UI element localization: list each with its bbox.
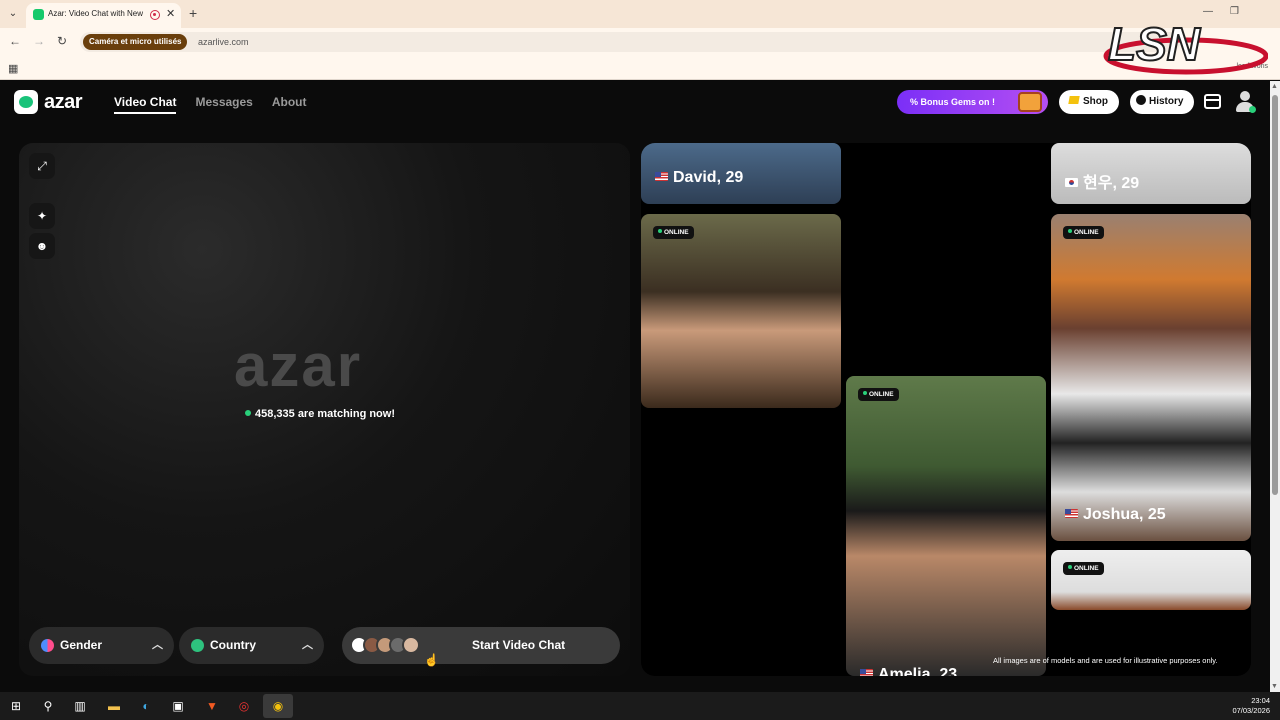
clock-date: 07/03/2026 — [1232, 706, 1270, 715]
url-text[interactable]: azarlive.com — [198, 37, 249, 47]
azar-logo[interactable]: azar — [14, 90, 83, 114]
profile-name: Amelia, 23 — [860, 666, 957, 676]
matching-text: 458,335 are matching now! — [255, 408, 395, 420]
edge-icon[interactable]: ◐ — [138, 698, 154, 714]
reload-icon[interactable]: ↻ — [57, 34, 67, 48]
video-chat-panel: ⤢ ✦ ☻ azar 458,335 are matching now! — [19, 143, 630, 676]
profile-card-asian-woman[interactable]: ONLINE — [641, 214, 841, 408]
gender-label: Gender — [60, 638, 103, 652]
us-flag-icon — [860, 669, 873, 676]
profile-card-redhead[interactable]: ONLINE — [1051, 550, 1251, 610]
chevron-up-icon: ︿ — [152, 639, 163, 651]
country-filter-button[interactable]: Country ︿ — [179, 627, 324, 664]
country-label: Country — [210, 638, 256, 652]
gem-icon — [1068, 96, 1080, 104]
models-disclaimer: All images are of models and are used fo… — [993, 656, 1218, 665]
nav-video-chat[interactable]: Video Chat — [114, 95, 177, 114]
new-tab-button[interactable]: + — [189, 5, 197, 21]
scroll-up-icon[interactable]: ▲ — [1271, 83, 1278, 90]
browser-tab[interactable]: Azar: Video Chat with New ✕ — [26, 3, 181, 28]
azar-watermark: azar — [234, 332, 363, 399]
lsn-logo-watermark: LSN — [1103, 17, 1268, 75]
tab-title: Azar: Video Chat with New — [48, 9, 143, 18]
task-view-icon[interactable]: ▥ — [72, 698, 88, 714]
us-flag-icon — [655, 172, 668, 181]
bookmarks-bar: ▦ les favoris — [0, 56, 1280, 80]
brave-icon[interactable]: ▼ — [204, 698, 220, 714]
system-clock[interactable]: 23:04 07/03/2026 — [1232, 696, 1270, 716]
online-badge: ONLINE — [1063, 226, 1104, 239]
start-video-chat-button[interactable]: ☝ Start Video Chat — [342, 627, 620, 667]
start-video-chat-label: Start Video Chat — [472, 638, 566, 652]
live-dot — [245, 410, 251, 416]
history-label: History — [1149, 96, 1184, 107]
search-icon[interactable]: ⚲ — [40, 698, 56, 714]
browser-tab-bar: ⌄ Azar: Video Chat with New ✕ + — ❐ — [0, 0, 1280, 28]
tab-close-icon[interactable]: ✕ — [166, 7, 175, 20]
shop-label: Shop — [1083, 96, 1108, 107]
azar-logo-icon — [14, 90, 38, 114]
record-app-icon[interactable]: ◎ — [236, 698, 252, 714]
back-icon[interactable]: ← — [9, 34, 21, 48]
gender-filter-button[interactable]: Gender ︿ — [29, 627, 174, 664]
gender-icon — [41, 639, 54, 652]
tab-search-icon[interactable]: ⌄ — [6, 7, 20, 21]
azar-page: azar Video Chat Messages About % Bonus G… — [0, 81, 1270, 692]
history-button[interactable]: History — [1130, 90, 1194, 114]
svg-text:LSN: LSN — [1108, 18, 1201, 70]
kr-flag-icon — [1065, 178, 1078, 187]
treasure-chest-icon — [1018, 92, 1042, 112]
magic-wand-icon[interactable]: ✦ — [29, 203, 55, 229]
nav-about[interactable]: About — [272, 95, 307, 114]
online-badge: ONLINE — [858, 388, 899, 401]
hand-cursor-icon: ☝ — [424, 653, 439, 667]
profile-card-hyunwoo[interactable]: 현우, 29 — [1051, 143, 1251, 204]
omnibox[interactable]: Caméra et micro utilisés azarlive.com — [80, 32, 1180, 52]
profile-card-joshua[interactable]: ONLINE Joshua, 25 — [1051, 214, 1251, 541]
bonus-gems-banner[interactable]: % Bonus Gems on ! — [897, 90, 1048, 114]
profile-name: Joshua, 25 — [1065, 506, 1166, 524]
camera-mic-indicator[interactable]: Caméra et micro utilisés — [83, 34, 188, 50]
profile-avatar[interactable] — [1235, 91, 1256, 113]
face-avatar — [402, 636, 420, 654]
inbox-icon[interactable] — [1204, 94, 1221, 109]
profile-name: David, 29 — [655, 169, 743, 187]
file-explorer-icon[interactable]: ▬ — [106, 698, 122, 714]
matching-count: 458,335 are matching now! — [245, 408, 395, 420]
apps-grid-icon[interactable]: ▦ — [8, 62, 18, 75]
page-scrollbar[interactable]: ▲ ▼ — [1270, 81, 1280, 692]
online-badge: ONLINE — [1063, 562, 1104, 575]
profile-name: 현우, 29 — [1065, 169, 1139, 193]
matching-faces — [350, 636, 420, 654]
windows-start-icon[interactable]: ⊞ — [8, 698, 24, 714]
forward-icon[interactable]: → — [33, 34, 45, 48]
profile-gallery: David, 29 ONLINE ONLINE Amelia, 23 현우, 2… — [641, 143, 1251, 676]
main-nav: Video Chat Messages About — [114, 95, 307, 114]
us-flag-icon — [1065, 509, 1078, 518]
scroll-down-icon[interactable]: ▼ — [1271, 683, 1278, 690]
nav-messages[interactable]: Messages — [195, 95, 252, 114]
clock-time: 23:04 — [1251, 696, 1270, 705]
profile-card-david[interactable]: David, 29 — [641, 143, 841, 204]
bonus-gems-text: % Bonus Gems on ! — [910, 97, 996, 107]
windows-taskbar: ⊞ ⚲ ▥ ▬ ◐ ▣ ▼ ◎ ◉ 23:04 07/03/2026 — [0, 692, 1280, 720]
video-tools: ⤢ ✦ ☻ — [29, 153, 55, 259]
online-status-dot — [1249, 106, 1256, 113]
clock-icon — [1136, 95, 1146, 105]
recording-icon — [150, 10, 160, 20]
address-bar: ← → ↻ Caméra et micro utilisés azarlive.… — [0, 28, 1280, 56]
shop-button[interactable]: Shop — [1059, 90, 1119, 114]
store-icon[interactable]: ▣ — [170, 698, 186, 714]
profile-card-amelia[interactable]: ONLINE Amelia, 23 — [846, 376, 1046, 676]
face-filter-icon[interactable]: ☻ — [29, 233, 55, 259]
chrome-icon[interactable]: ◉ — [263, 694, 293, 718]
scroll-thumb[interactable] — [1272, 95, 1278, 495]
globe-icon — [191, 639, 204, 652]
expand-icon[interactable]: ⤢ — [29, 153, 55, 179]
online-badge: ONLINE — [653, 226, 694, 239]
azar-favicon-icon — [33, 9, 44, 20]
chevron-up-icon: ︿ — [302, 639, 313, 651]
brand-name: azar — [44, 90, 83, 113]
